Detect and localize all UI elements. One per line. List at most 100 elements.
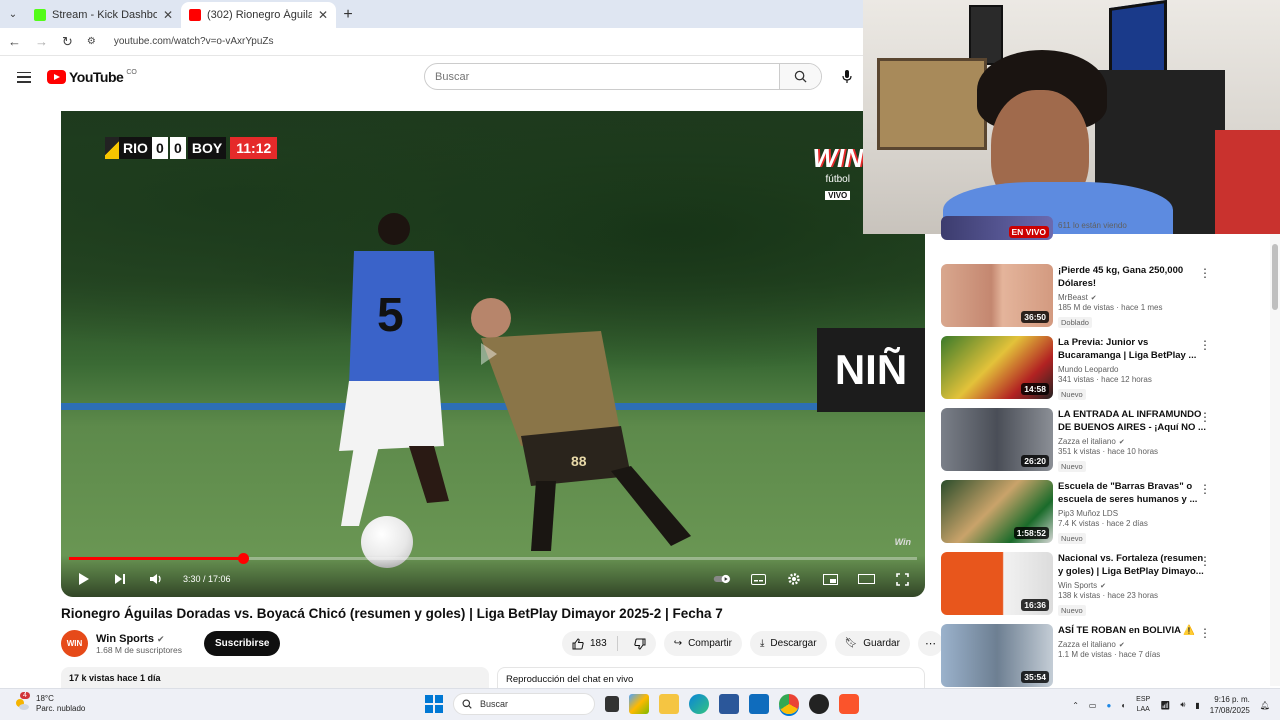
recommendation-item[interactable]: 1:58:52 Escuela de "Barras Bravas" o esc… (941, 480, 1271, 544)
autoplay-toggle[interactable] (713, 570, 731, 588)
weather-widget[interactable]: 4 18°C Parc. nublado (14, 692, 85, 714)
subtitles-button[interactable] (749, 570, 767, 588)
recommendation-title[interactable]: Nacional vs. Fortaleza (resumen y goles)… (1058, 552, 1208, 578)
recommendation-item[interactable]: 36:50 ¡Pierde 45 kg, Gana 250,000 Dólare… (941, 264, 1271, 328)
more-options-icon[interactable]: ⋮ (1199, 482, 1211, 496)
recommendation-channel[interactable]: Zazza el italiano (1058, 640, 1116, 649)
chat-replay-box[interactable]: Reproducción del chat en vivo (497, 667, 925, 689)
more-options-icon[interactable]: ⋮ (1199, 266, 1211, 280)
outlook-icon[interactable] (749, 694, 769, 714)
channel-name-row[interactable]: Win Sports ✔ (96, 633, 182, 645)
more-options-icon[interactable]: ⋮ (1199, 626, 1211, 640)
next-button[interactable] (111, 570, 129, 588)
play-button[interactable] (75, 570, 93, 588)
recommendation-thumbnail[interactable]: 26:20 (941, 408, 1053, 471)
recommendation-channel[interactable]: Mundo Leopardo (1058, 365, 1119, 374)
chrome-icon[interactable] (779, 694, 799, 714)
reload-icon[interactable]: ↻ (62, 34, 73, 50)
like-button[interactable]: 183 (562, 636, 618, 651)
task-view-icon[interactable] (605, 696, 619, 712)
new-tab-button[interactable]: + (336, 2, 360, 28)
search-box[interactable]: Buscar (424, 63, 822, 90)
url-field[interactable]: youtube.com/watch?v=o-vAxrYpuZs (114, 36, 274, 47)
share-button[interactable]: ↪ Compartir (663, 631, 742, 656)
theater-mode-button[interactable] (857, 570, 875, 588)
clock[interactable]: 9:16 p. m. 17/08/2025 (1210, 694, 1250, 716)
progress-knob[interactable] (237, 553, 249, 564)
channel-avatar[interactable]: WIN (61, 630, 88, 657)
windows-start-icon[interactable] (425, 695, 443, 713)
back-icon[interactable]: ← (8, 34, 21, 49)
channel-name[interactable]: Win Sports (96, 633, 154, 645)
volume-button[interactable] (147, 570, 165, 588)
menu-icon[interactable] (17, 71, 31, 83)
search-button[interactable] (779, 64, 821, 89)
site-info-icon[interactable]: ⚙ (87, 36, 96, 47)
match-clock: 11:12 (230, 137, 278, 159)
progress-bar[interactable] (69, 553, 917, 564)
recommendation-item[interactable]: 35:54 ASÍ TE ROBAN en BOLIVIA ⚠️ Zazza e… (941, 624, 1271, 688)
close-tab-icon[interactable]: ✕ (318, 8, 328, 22)
tab-search-icon[interactable]: ⌄ (0, 0, 26, 28)
edge-icon[interactable] (689, 694, 709, 714)
wifi-icon[interactable]: 📶︎ (1160, 701, 1170, 710)
download-button[interactable]: ⤓ Descargar (749, 631, 827, 656)
sidebar-scrollbar[interactable] (1270, 234, 1280, 686)
subscribe-button[interactable]: Suscribirse (203, 631, 281, 656)
tray-app-icon[interactable]: ● (1106, 701, 1111, 710)
recommendation-title[interactable]: Escuela de "Barras Bravas" o escuela de … (1058, 480, 1208, 506)
voice-search-button[interactable] (836, 66, 858, 88)
recommendation-title[interactable]: ¡Pierde 45 kg, Gana 250,000 Dólares! (1058, 264, 1208, 290)
tab-kick[interactable]: Stream - Kick Dashboard ✕ (26, 2, 181, 28)
scrollbar-thumb[interactable] (1272, 244, 1278, 310)
network-icon[interactable]: ▭ (1089, 701, 1097, 710)
scorebug: RIO 0 0 BOY 11:12 (105, 137, 278, 159)
recommendation-title[interactable]: ASÍ TE ROBAN en BOLIVIA ⚠️ (1058, 624, 1208, 637)
recommendation-item[interactable]: 26:20 LA ENTRADA AL INFRAMUNDO DE BUENOS… (941, 408, 1271, 472)
recommendation-item[interactable]: 16:36 Nacional vs. Fortaleza (resumen y … (941, 552, 1271, 616)
recommendation-channel[interactable]: Win Sports (1058, 581, 1097, 590)
recommendation-title[interactable]: La Previa: Junior vs Bucaramanga | Liga … (1058, 336, 1208, 362)
notifications-icon[interactable]: 🔔︎ (1260, 701, 1270, 710)
recommendation-item[interactable]: EN VIVO 611 lo están viendo (941, 216, 1271, 242)
recommendation-thumbnail[interactable]: 14:58 (941, 336, 1053, 399)
store-icon[interactable] (719, 694, 739, 714)
tray-chevron-icon[interactable]: ⌃ (1072, 701, 1079, 710)
tray-app-icon-2[interactable]: ◐ (1121, 701, 1126, 710)
description-box[interactable]: 17 k vistas hace 1 día (61, 667, 489, 689)
recommendation-title[interactable]: LA ENTRADA AL INFRAMUNDO DE BUENOS AIRES… (1058, 408, 1208, 434)
miniplayer-button[interactable] (821, 570, 839, 588)
taskbar-search[interactable]: Buscar (453, 693, 595, 715)
close-tab-icon[interactable]: ✕ (163, 8, 173, 22)
settings-button[interactable] (785, 570, 803, 588)
obs-icon[interactable] (809, 694, 829, 714)
more-options-icon[interactable]: ⋮ (1199, 410, 1211, 424)
recommendation-channel[interactable]: MrBeast (1058, 293, 1088, 302)
search-input[interactable]: Buscar (425, 71, 779, 83)
file-explorer-icon[interactable] (659, 694, 679, 714)
recommendation-item[interactable]: 14:58 La Previa: Junior vs Bucaramanga |… (941, 336, 1271, 400)
recommendation-thumbnail[interactable]: 1:58:52 (941, 480, 1053, 543)
more-options-icon[interactable]: ⋮ (1199, 554, 1211, 568)
recommendation-thumbnail[interactable]: 16:36 (941, 552, 1053, 615)
recommendation-channel[interactable]: Pip3 Muñoz LDS (1058, 509, 1118, 518)
taskbar: 4 18°C Parc. nublado Buscar ⌃ ▭ ● ◐ ESP … (0, 688, 1280, 720)
recommendation-channel[interactable]: Zazza el italiano (1058, 437, 1116, 446)
battery-icon[interactable]: ▮ (1195, 701, 1199, 710)
forward-icon[interactable]: → (35, 34, 48, 49)
youtube-logo[interactable]: YouTube CO (47, 69, 137, 85)
recommendation-thumbnail[interactable]: EN VIVO (941, 216, 1053, 240)
more-options-icon[interactable]: ⋮ (1199, 338, 1211, 352)
tab-youtube[interactable]: (302) Rionegro Águilas Dorada: ✕ (181, 2, 336, 28)
language-indicator[interactable]: ESP LAA (1136, 695, 1150, 715)
volume-icon[interactable]: 🔊︎ (1180, 700, 1185, 710)
brave-icon[interactable] (839, 694, 859, 714)
more-actions-button[interactable]: ⋯ (917, 631, 943, 656)
video-player[interactable]: NIÑ 5 88 RIO 0 0 BOY 11:12 WIN fútbol VI… (61, 111, 925, 597)
dislike-button[interactable] (624, 638, 656, 650)
copilot-icon[interactable] (629, 694, 649, 714)
fullscreen-button[interactable] (893, 570, 911, 588)
recommendation-thumbnail[interactable]: 36:50 (941, 264, 1053, 327)
save-button[interactable]: 🔖︎ Guardar (834, 631, 910, 656)
recommendation-thumbnail[interactable]: 35:54 (941, 624, 1053, 687)
